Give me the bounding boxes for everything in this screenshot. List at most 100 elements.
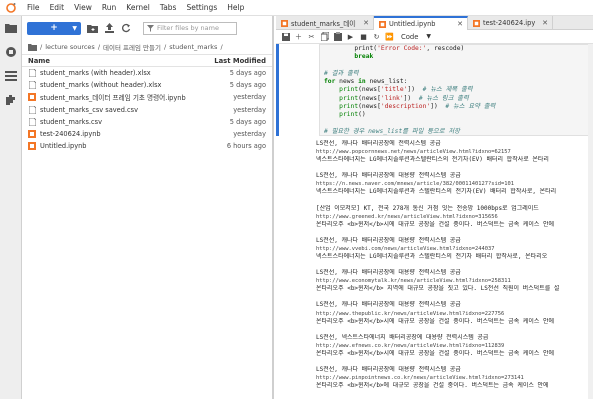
new-folder-icon[interactable]	[86, 21, 98, 35]
refresh-icon[interactable]	[120, 21, 132, 35]
output-description: 온타리오주 <b>윈저</b>시에 대규모 공장을 건설 중이다. 버스덕트는 …	[316, 349, 555, 357]
output-title: LS전선, 캐나다 배터리공장에 전력시스템 공급	[316, 140, 441, 147]
save-icon[interactable]	[280, 31, 291, 43]
folder-icon[interactable]	[0, 16, 22, 40]
column-modified-header[interactable]: Last Modified	[214, 57, 266, 65]
code-token: 'link'	[380, 94, 404, 102]
menu-file[interactable]: File	[22, 0, 45, 16]
code-token: # 필요한 경우 news_list를 파일 등으로 저장	[324, 127, 460, 135]
tab-2[interactable]: test-240624.ipynb ✕	[468, 16, 553, 30]
output-news-item: LS전선, 캐나다 배터리공장에 대용량 전력시스템 공급 http://www.…	[316, 301, 593, 325]
restart-run-all-icon[interactable]: ⏩	[384, 31, 395, 43]
code-token: print(	[324, 45, 378, 52]
file-row[interactable]: student_marks_csv saved.csv yesterday	[22, 104, 272, 116]
copy-icon[interactable]	[319, 31, 330, 43]
file-name-cell: student_marks_csv saved.csv	[28, 105, 233, 114]
tab-0[interactable]: student_marks_데이터 프레임 ✕	[276, 16, 374, 30]
file-name: student_marks (with header).xlsx	[40, 69, 151, 78]
chevron-down-icon: ▼	[72, 24, 77, 32]
file-list-header: Name Last Modified	[22, 54, 272, 67]
notebook-icon	[28, 130, 36, 139]
breadcrumb-part[interactable]: student_marks	[169, 43, 217, 51]
column-name-header[interactable]: Name	[28, 57, 214, 65]
folder-icon[interactable]	[28, 43, 37, 51]
menu-tabs[interactable]: Tabs	[155, 0, 182, 16]
run-cell-icon[interactable]: ▶	[345, 31, 356, 43]
menu-help[interactable]: Help	[222, 0, 249, 16]
filter-files-input[interactable]: Filter files by name	[143, 21, 237, 35]
code-token: news	[335, 78, 359, 86]
output-news-item: LS전선, 캐나다 배터리공장에 대용량 전력시스템 공급 http://www.…	[316, 237, 593, 261]
tab-label: Untitled.ipynb	[389, 20, 436, 28]
file-name: student_marks_데이터 프레임 기초 명령어.ipynb	[40, 94, 186, 103]
code-token: break	[354, 53, 374, 61]
paste-icon[interactable]	[332, 31, 343, 43]
notebook-scrollbar[interactable]	[588, 44, 593, 399]
restart-kernel-icon[interactable]: ↻	[371, 31, 382, 43]
code-token: (news[	[358, 94, 381, 102]
file-name: student_marks (without header).xlsx	[40, 81, 162, 90]
file-row[interactable]: student_marks.csv 5 days ago	[22, 116, 272, 128]
activity-bar	[0, 16, 22, 399]
running-kernels-icon[interactable]	[0, 40, 22, 64]
output-title: LS전선, 캐나다 배터리공장에 대용량 전력시스템 공급	[316, 269, 461, 277]
code-line: # 필요한 경우 news_list를 파일 등으로 저장	[324, 127, 593, 135]
breadcrumb-part[interactable]: /	[40, 43, 42, 51]
code-token: news_list:	[365, 78, 408, 86]
output-description: 온타리오주 <b>윈저</b>시에 대규모 공장을 건설 중이다. 버스덕트는 …	[316, 317, 555, 325]
code-token: in	[358, 78, 366, 86]
code-token: print	[339, 94, 359, 102]
new-launcher-button[interactable]: + ▼	[27, 21, 81, 35]
file-row[interactable]: Untitled.ipynb 6 hours ago	[22, 140, 272, 152]
file-modified: 6 hours ago	[226, 142, 266, 151]
menu-run[interactable]: Run	[97, 0, 121, 16]
file-name-cell: student_marks_데이터 프레임 기초 명령어.ipynb	[28, 92, 233, 102]
breadcrumb-separator: /	[163, 43, 167, 51]
close-icon[interactable]: ✕	[542, 19, 548, 27]
tab-1[interactable]: Untitled.ipynb ✕	[374, 16, 468, 30]
close-icon[interactable]: ✕	[363, 19, 369, 27]
output-description: 넥스트스타에너지는 LG에너지솔루션과 스텔란티스의 전기차(EV) 배터리 합…	[316, 188, 557, 196]
code-line: print(news['description']) # 뉴스 요약 출력	[324, 103, 593, 111]
breadcrumb-part[interactable]: lecture sources	[45, 43, 95, 51]
code-cell[interactable]: print('Error Code:', rescode) break # 결과…	[276, 44, 593, 136]
code-line: print()	[324, 111, 593, 119]
cell-type-select[interactable]: Code ▼	[401, 33, 431, 41]
file-browser-toolbar: + ▼ Filter files by name	[22, 16, 272, 40]
cut-icon[interactable]: ✂	[306, 31, 317, 43]
code-token: for	[324, 78, 336, 86]
code-line: break	[324, 53, 593, 61]
file-list: student_marks (with header).xlsx 5 days a…	[22, 67, 272, 152]
file-modified: yesterday	[233, 130, 266, 139]
file-icon	[28, 69, 36, 78]
menu-kernel[interactable]: Kernel	[121, 0, 155, 16]
code-token: (news[	[358, 86, 381, 94]
code-editor[interactable]: print('Error Code:', rescode) break # 결과…	[319, 44, 593, 136]
file-row[interactable]: test-240624.ipynb yesterday	[22, 128, 272, 140]
breadcrumb-separator: /	[220, 43, 223, 51]
upload-icon[interactable]	[103, 21, 115, 35]
menu-settings[interactable]: Settings	[181, 0, 222, 16]
file-modified: 5 days ago	[229, 69, 266, 78]
code-line: print(news['link']) # 뉴스 링크 출력	[324, 95, 593, 103]
table-of-contents-icon[interactable]	[0, 64, 22, 88]
output-news-item: [산업 이모저모] KT, 전국 278개 통신 거점 잇는 전송망 1000b…	[316, 205, 593, 229]
menu-view[interactable]: View	[69, 0, 97, 16]
file-modified: 5 days ago	[229, 117, 266, 126]
file-row[interactable]: student_marks_데이터 프레임 기초 명령어.ipynb yester…	[22, 91, 272, 103]
file-row[interactable]: student_marks (with header).xlsx 5 days a…	[22, 67, 272, 79]
extensions-icon[interactable]	[0, 88, 22, 112]
file-row[interactable]: student_marks (without header).xlsx 5 day…	[22, 79, 272, 91]
jupyter-logo-icon	[0, 0, 22, 16]
insert-cell-icon[interactable]: ＋	[293, 31, 304, 43]
output-news-item: LS전선, 캐나다 배터리공장에 대용량 전력시스템 공급 http://www.…	[316, 366, 593, 390]
menu-edit[interactable]: Edit	[45, 0, 70, 16]
output-title: LS전선, 캐나다 배터리공장에 대용량 전력시스템 공급	[316, 172, 461, 180]
stop-kernel-icon[interactable]: ■	[358, 31, 369, 43]
close-icon[interactable]: ✕	[457, 20, 463, 28]
breadcrumb-part[interactable]: 데이터 프레임 만들기	[103, 42, 161, 52]
output-title: LS전선, 넥스트스타에너지 배터리공장에 대용량 전력시스템 공급	[316, 333, 489, 341]
